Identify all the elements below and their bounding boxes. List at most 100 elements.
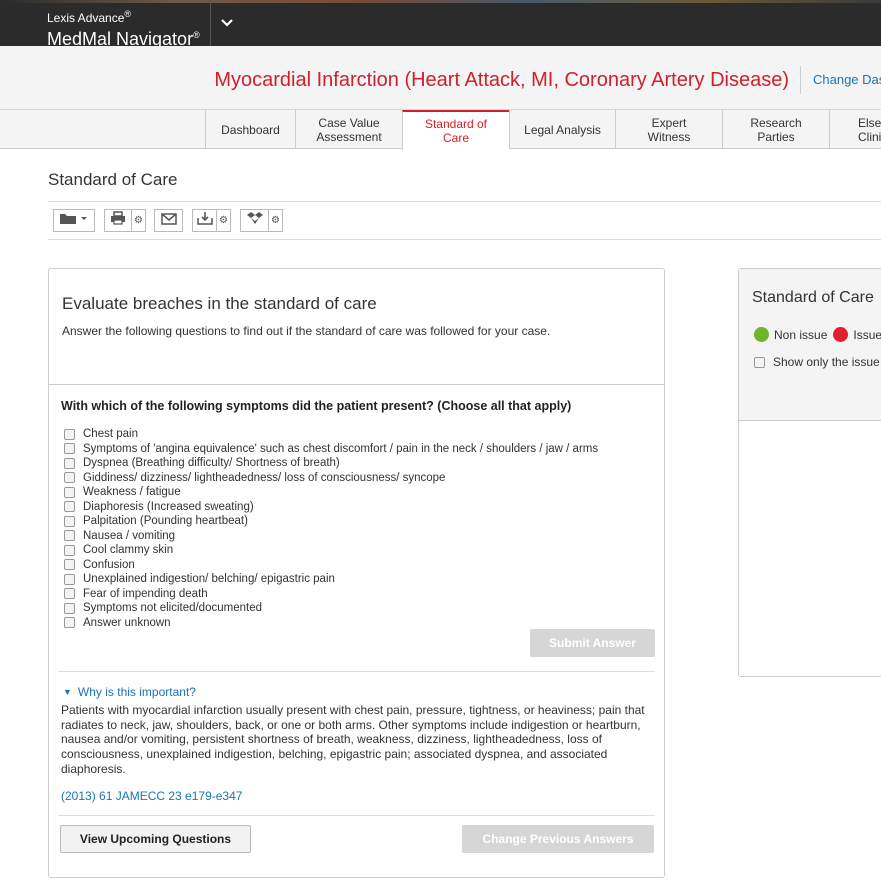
topic-title-bar: Myocardial Infarction (Heart Attack, MI,…	[0, 46, 881, 110]
checkbox[interactable]	[64, 559, 75, 570]
option-cool-clammy-skin[interactable]: Cool clammy skin	[64, 543, 173, 557]
change-previous-answers-button[interactable]: Change Previous Answers	[462, 825, 654, 853]
checkbox[interactable]	[64, 602, 75, 614]
header-stripe	[0, 0, 881, 3]
chevron-down-icon[interactable]	[214, 10, 240, 36]
checkbox[interactable]	[64, 472, 75, 483]
checkbox[interactable]	[64, 544, 75, 556]
option-angina-equivalence[interactable]: Symptoms of 'angina equivalence' such as…	[64, 442, 598, 456]
citation-link[interactable]: (2013) 61 JAMECC 23 e179-e347	[61, 789, 242, 803]
folder-button[interactable]	[53, 209, 95, 232]
show-only-issues-toggle[interactable]: Show only the issue	[754, 355, 880, 369]
checkbox[interactable]	[64, 443, 75, 454]
tab-standard-of-care[interactable]: Standard of Care	[402, 110, 509, 150]
checkbox[interactable]	[64, 457, 75, 469]
tab-elsevier-clinical[interactable]: ElsevClinic	[829, 110, 881, 149]
option-nausea[interactable]: Nausea / vomiting	[64, 529, 175, 543]
page-title: Myocardial Infarction (Heart Attack, MI,…	[214, 69, 789, 91]
checkbox[interactable]	[64, 588, 75, 599]
brand-big-mark: ®	[193, 30, 200, 40]
divider	[48, 201, 881, 202]
standard-of-care-summary-panel: Standard of Care Non issue Issue Show on…	[738, 268, 881, 677]
why-important-label: Why is this important?	[77, 685, 196, 699]
summary-header: Standard of Care Non issue Issue Show on…	[739, 269, 881, 421]
checkbox[interactable]	[64, 428, 75, 440]
checkbox[interactable]	[64, 617, 75, 628]
tab-label-line1: Research	[750, 115, 802, 130]
header-divider	[210, 0, 211, 46]
tab-label-line1: Elsev	[858, 115, 881, 130]
main-tabs: Dashboard Case Value Assessment Standard …	[0, 110, 881, 150]
option-fear-of-death[interactable]: Fear of impending death	[64, 587, 208, 601]
option-label: Nausea / vomiting	[83, 529, 176, 542]
print-icon	[110, 211, 126, 230]
change-dashboard-link[interactable]: Change Das	[813, 72, 881, 87]
option-label: Symptoms of 'angina equivalence' such as…	[83, 442, 599, 455]
tab-expert-witness[interactable]: Expert Witness	[615, 110, 722, 149]
why-important-toggle[interactable]: ▼ Why is this important?	[63, 685, 196, 699]
checkbox[interactable]	[64, 573, 75, 585]
option-label: Dyspnea (Breathing difficulty/ Shortness…	[83, 457, 340, 469]
issue-label: Issue	[853, 327, 881, 342]
green-dot-icon	[754, 327, 769, 342]
option-chest-pain[interactable]: Chest pain	[64, 427, 138, 441]
option-label: Unexplained indigestion/ belching/ epiga…	[83, 573, 335, 585]
brand-logo[interactable]: Lexis Advance® MedMal Navigator®	[47, 7, 200, 49]
gear-icon[interactable]: ⚙	[217, 209, 231, 232]
dropbox-button[interactable]	[240, 209, 269, 232]
show-only-label: Show only the issue	[773, 355, 880, 369]
checkbox[interactable]	[64, 501, 75, 512]
option-label: Answer unknown	[83, 616, 171, 629]
option-label: Diaphoresis (Increased sweating)	[83, 500, 254, 513]
divider	[58, 815, 655, 816]
checkbox[interactable]	[64, 515, 75, 527]
view-upcoming-questions-button[interactable]: View Upcoming Questions	[60, 825, 251, 853]
title-separator	[800, 66, 801, 94]
print-button[interactable]	[104, 209, 132, 232]
app-header: Lexis Advance® MedMal Navigator®	[0, 0, 881, 49]
option-label: Weakness / fatigue	[83, 486, 181, 498]
option-palpitation[interactable]: Palpitation (Pounding heartbeat)	[64, 514, 248, 528]
tab-label-line1: Standard of	[424, 117, 488, 131]
checkbox[interactable]	[754, 356, 765, 368]
tab-label: Dashboard	[221, 122, 280, 137]
option-giddiness[interactable]: Giddiness/ dizziness/ lightheadedness/ l…	[64, 471, 445, 485]
option-label: Confusion	[83, 558, 135, 571]
summary-title: Standard of Care	[752, 289, 874, 306]
tab-dashboard[interactable]: Dashboard	[205, 110, 295, 149]
tab-label-line2: Clinic	[858, 129, 881, 144]
gear-icon[interactable]: ⚙	[132, 209, 146, 232]
option-diaphoresis[interactable]: Diaphoresis (Increased sweating)	[64, 500, 254, 514]
tab-legal-analysis[interactable]: Legal Analysis	[509, 110, 615, 149]
section-title: Standard of Care	[48, 170, 178, 189]
tab-label-line2: Witness	[647, 129, 691, 144]
folder-icon	[59, 211, 89, 230]
evaluation-panel: Evaluate breaches in the standard of car…	[48, 268, 665, 878]
question-text: With which of the following symptoms did…	[61, 399, 572, 413]
option-confusion[interactable]: Confusion	[64, 558, 135, 572]
checkbox[interactable]	[64, 530, 75, 541]
submit-answer-button[interactable]: Submit Answer	[530, 629, 655, 657]
gear-icon[interactable]: ⚙	[269, 209, 283, 232]
divider	[58, 671, 655, 672]
email-button[interactable]	[154, 209, 183, 232]
option-label: Giddiness/ dizziness/ lightheadedness/ l…	[83, 471, 446, 484]
tab-research-parties[interactable]: Research Parties	[722, 110, 829, 149]
brand-small-mark: ®	[124, 9, 132, 19]
option-not-elicited[interactable]: Symptoms not elicited/documented	[64, 601, 262, 615]
option-dyspnea[interactable]: Dyspnea (Breathing difficulty/ Shortness…	[64, 456, 340, 470]
tab-label: Legal Analysis	[524, 122, 601, 137]
tab-case-value-assessment[interactable]: Case Value Assessment	[295, 110, 402, 149]
download-button[interactable]	[192, 209, 217, 232]
option-label: Palpitation (Pounding heartbeat)	[83, 515, 248, 527]
panel-title: Evaluate breaches in the standard of car…	[62, 294, 377, 313]
download-icon	[196, 211, 213, 230]
red-dot-icon	[833, 327, 849, 342]
option-indigestion[interactable]: Unexplained indigestion/ belching/ epiga…	[64, 572, 335, 586]
checkbox[interactable]	[64, 486, 75, 498]
caret-down-icon: ▼	[63, 687, 72, 697]
option-answer-unknown[interactable]: Answer unknown	[64, 616, 171, 630]
option-weakness[interactable]: Weakness / fatigue	[64, 485, 181, 499]
panel-header: Evaluate breaches in the standard of car…	[49, 269, 664, 385]
tab-label-line2: Parties	[757, 129, 795, 144]
